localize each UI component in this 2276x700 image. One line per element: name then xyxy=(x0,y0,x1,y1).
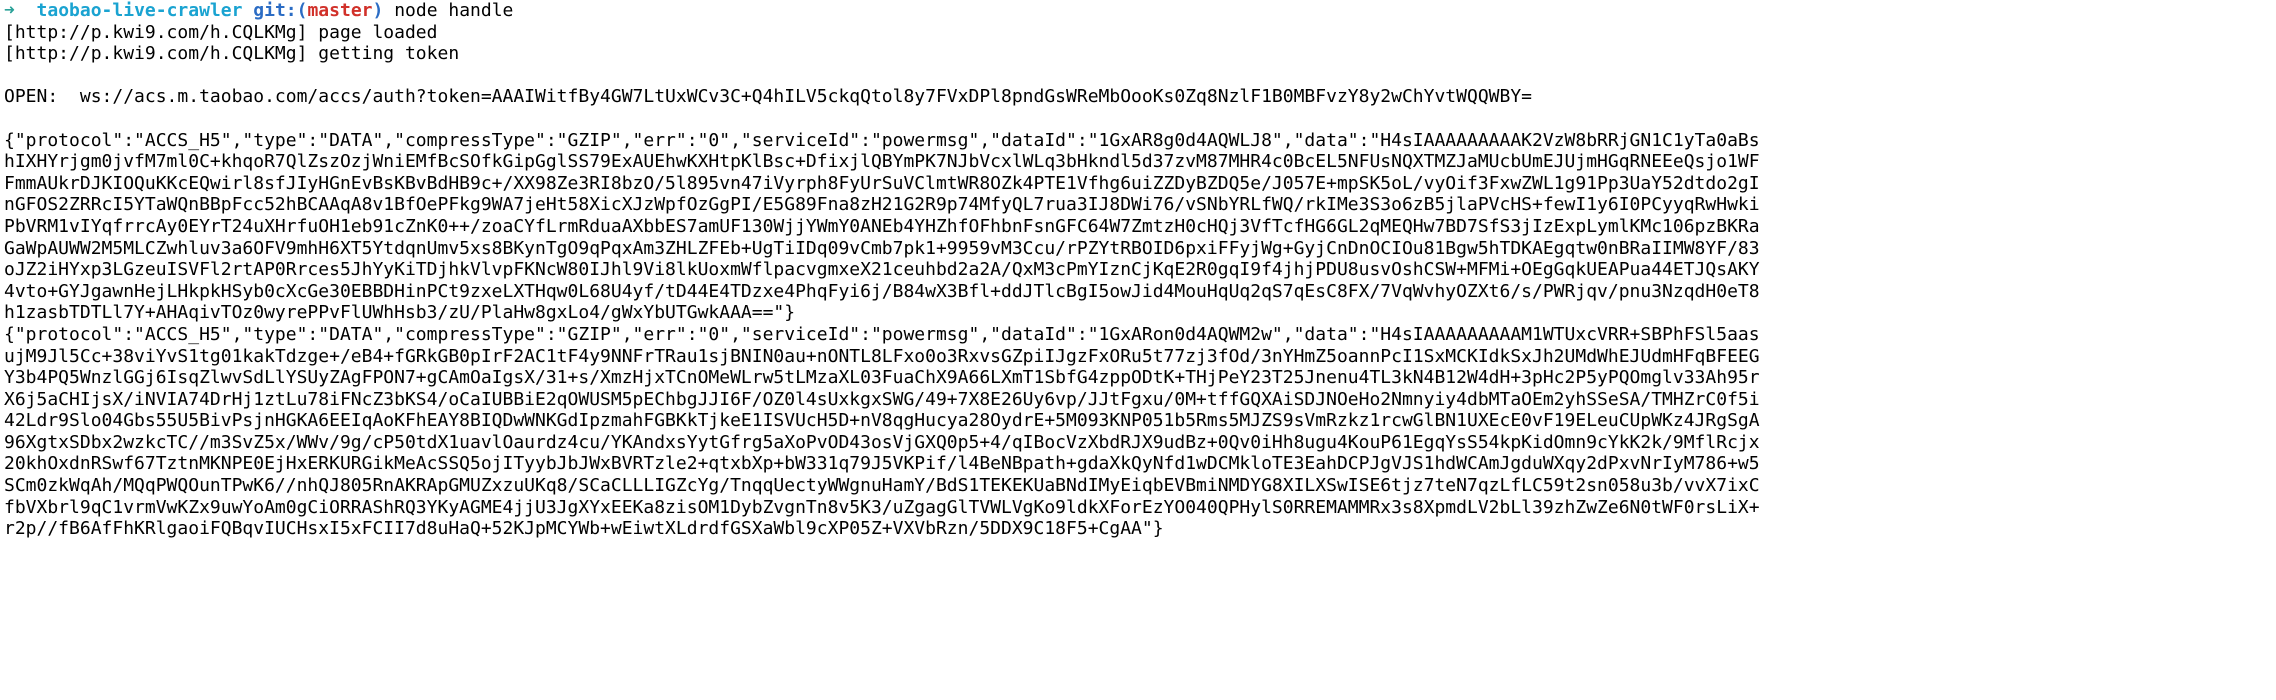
output-line: hIXHYrjgm0jvfM7ml0C+khqoR7QlZszOzjWniEMf… xyxy=(4,151,1760,173)
output-line: h1zasbTDTLl7Y+AHAqivTOz0wyrePPvFlUWhHsb3… xyxy=(4,302,796,324)
output-line: [http://p.kwi9.com/h.CQLKMg] getting tok… xyxy=(4,43,460,65)
output-line: {"protocol":"ACCS_H5","type":"DATA","com… xyxy=(4,129,1760,151)
output-line: 96XgtxSDbx2wzkcTC//m3SvZ5x/WWv/9g/cP50td… xyxy=(4,431,1760,453)
git-branch: master xyxy=(307,0,373,21)
git-suffix: ) xyxy=(372,0,384,21)
terminal-output: [http://p.kwi9.com/h.CQLKMg] page loaded… xyxy=(4,22,2276,540)
output-line: 20khOxdnRSwf67TztnMKNPE0EjHxERKURGikMeAc… xyxy=(4,453,1760,475)
git-prefix: git:( xyxy=(253,0,308,21)
output-line: 4vto+GYJgawnHejLHkpkHSyb0cXcGe30EBBDHinP… xyxy=(4,280,1760,302)
output-line: nGFOS2ZRRcI5YTaWQnBBpFcc52hBCAAqA8v1BfOe… xyxy=(4,194,1760,216)
output-line: OPEN: ws://acs.m.taobao.com/accs/auth?to… xyxy=(4,86,1533,108)
output-line: oJZ2iHYxp3LGzeuISVFl2rtAP0Rrces5JhYyKiTD… xyxy=(4,259,1760,281)
output-line: fbVXbrl9qC1vrmVwKZx9uwYoAm0gCiORRAShRQ3Y… xyxy=(4,496,1760,518)
terminal-window[interactable]: ➜ taobao-live-crawler git:(master) node … xyxy=(0,0,2276,700)
output-line: FmmAUkrDJKIOQuKKcEQwirl8sfJIyHGnEvBsKBvB… xyxy=(4,172,1760,194)
output-line: GaWpAUWW2M5MLCZwhluv3a6OFV9mhH6XT5YtdqnU… xyxy=(4,237,1760,259)
prompt-arrow-icon: ➜ xyxy=(4,0,15,21)
current-directory: taobao-live-crawler xyxy=(36,0,243,21)
output-line: Y3b4PQ5WnzlGGj6IsqZlwvSdLlYSUyZAgFPON7+g… xyxy=(4,367,1760,389)
output-line: [http://p.kwi9.com/h.CQLKMg] page loaded xyxy=(4,21,438,43)
output-line: ujM9Jl5Cc+38viYvS1tg01kakTdzge+/eB4+fGRk… xyxy=(4,345,1760,367)
output-line: SCm0zkWqAh/MQqPWQOunTPwK6//nhQJ805RnAKRA… xyxy=(4,475,1760,497)
command-text: node handle xyxy=(394,0,514,21)
output-line: PbVRM1vIYqfrrcAy0EYrT24uXHrfuOH1eb91cZnK… xyxy=(4,215,1760,237)
output-line: r2p//fB6AfFhKRlgaoiFQBqvIUCHsxI5xFCII7d8… xyxy=(4,518,1164,540)
output-line: {"protocol":"ACCS_H5","type":"DATA","com… xyxy=(4,323,1760,345)
output-line: X6j5aCHIjsX/iNVIA74DrHj1ztLu78iFNcZ3bKS4… xyxy=(4,388,1760,410)
output-line: 42Ldr9Slo04Gbs55U5BivPsjnHGKA6EEIqAoKFhE… xyxy=(4,410,1760,432)
prompt-line: ➜ taobao-live-crawler git:(master) node … xyxy=(4,0,2276,22)
